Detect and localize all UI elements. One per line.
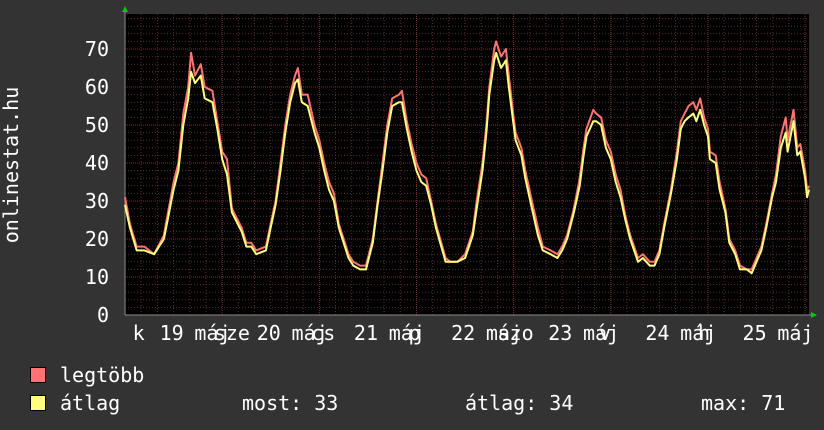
- stat-now: most: 33: [242, 391, 339, 415]
- y-tick-label: 40: [85, 151, 109, 175]
- legend-swatch-max: [30, 367, 46, 383]
- y-tick-label: 30: [85, 189, 109, 213]
- x-tick-label: 24: [645, 321, 669, 345]
- x-tick-label: p: [409, 321, 421, 345]
- legend-label-avg: átlag: [60, 391, 121, 415]
- x-tick-label: máj: [777, 321, 813, 345]
- y-tick-label: 60: [85, 75, 109, 99]
- x-tick-label: sze: [214, 321, 250, 345]
- x-tick-label: szo: [498, 321, 534, 345]
- x-tick-label: 25: [743, 321, 767, 345]
- stat-avg: átlag: 34: [465, 391, 574, 415]
- x-tick-label: 19: [160, 321, 184, 345]
- x-tick-label: 20: [257, 321, 281, 345]
- legend-item-max: legtöbb: [30, 363, 144, 387]
- legend-label-max: legtöbb: [60, 363, 145, 387]
- y-tick-label: 0: [97, 303, 109, 327]
- x-axis: k 19 májsze 20 májcs 21 májp 22 májszo 23 májv 24 má…: [125, 312, 817, 345]
- x-axis-arrow-icon: [811, 312, 817, 318]
- y-axis-arrow-icon: [122, 6, 128, 12]
- legend-item-avg: átlag: [30, 391, 120, 415]
- legend-swatch-avg: [30, 395, 46, 411]
- y-tick-label: 70: [85, 37, 109, 61]
- x-tick-label: h: [698, 321, 710, 345]
- x-tick-label: v: [599, 321, 611, 345]
- x-tick-label: cs: [311, 321, 335, 345]
- y-tick-label: 50: [85, 113, 109, 137]
- y-axis: 0 10 20 30 40 50 60 70: [85, 6, 128, 327]
- y-tick-label: 10: [85, 265, 109, 289]
- stat-max: max: 71: [701, 391, 786, 415]
- y-axis-label: onlinestat.hu: [0, 87, 23, 244]
- x-tick-label: 21: [354, 321, 378, 345]
- x-tick-label: k: [133, 321, 145, 345]
- y-tick-label: 20: [85, 227, 109, 251]
- x-tick-label: 23: [548, 321, 572, 345]
- x-tick-label: 22: [451, 321, 475, 345]
